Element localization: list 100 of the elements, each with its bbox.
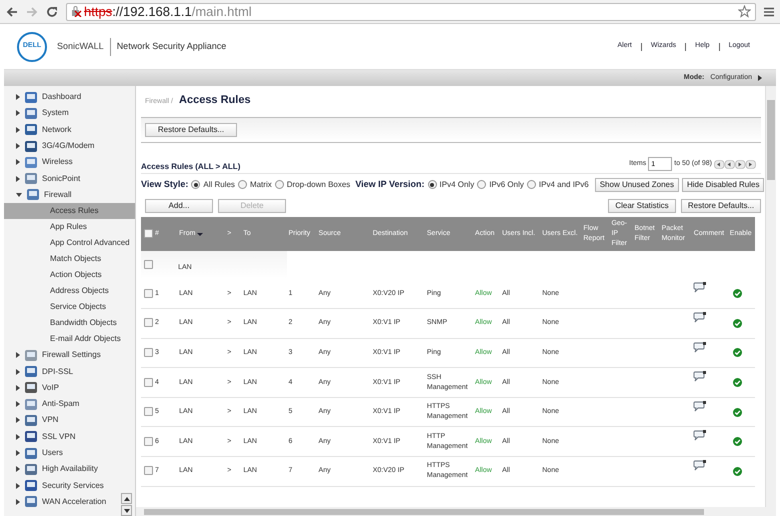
sidebar-subitem[interactable]: E-mail Addr Objects	[4, 331, 135, 348]
sidebar-item[interactable]: Wireless	[4, 154, 135, 170]
comment-icon[interactable]	[692, 400, 706, 412]
check-circle-icon[interactable]	[732, 289, 742, 298]
sidebar-item[interactable]: Security Services	[4, 477, 135, 494]
comment-icon[interactable]	[692, 371, 706, 382]
sidebar-item[interactable]: System	[4, 105, 135, 122]
checkbox[interactable]	[144, 348, 153, 357]
sidebar-subitem[interactable]: Match Objects	[4, 251, 135, 268]
caret-right-icon[interactable]	[16, 126, 20, 133]
action-button[interactable]: Show Unused Zones	[594, 178, 679, 192]
checkbox[interactable]	[144, 407, 153, 416]
check-circle-icon[interactable]	[732, 437, 742, 446]
menu-item-icon	[24, 90, 38, 104]
checkbox[interactable]	[144, 378, 153, 387]
sidebar-item[interactable]: Firewall	[4, 186, 135, 204]
menu-item-icon	[24, 348, 38, 362]
action-button[interactable]: Add...	[145, 199, 213, 213]
caret-right-icon[interactable]	[16, 466, 20, 472]
reload-icon[interactable]	[46, 6, 58, 18]
caret-right-icon[interactable]	[16, 417, 20, 424]
sidebar-subitem[interactable]: App Rules	[4, 219, 135, 236]
check-circle-icon[interactable]	[732, 408, 742, 417]
caret-right-icon[interactable]	[16, 482, 20, 489]
check-circle-icon[interactable]	[732, 466, 742, 476]
comment-icon[interactable]	[692, 460, 706, 472]
sidebar-item[interactable]: SSL VPN	[4, 428, 135, 445]
menu-icon[interactable]	[764, 6, 774, 16]
caret-right-icon[interactable]	[16, 159, 20, 166]
sidebar-item[interactable]: Users	[4, 444, 135, 462]
sidebar-item[interactable]: 3G/4G/Modem	[4, 138, 135, 154]
sidebar-item[interactable]: High Availability	[4, 461, 135, 478]
action-button[interactable]: Clear Statistics	[608, 199, 676, 213]
caret-right-icon[interactable]	[16, 110, 20, 116]
sidebar-item[interactable]: Anti-Spam	[4, 396, 135, 412]
radio-button[interactable]	[428, 180, 437, 189]
sidebar-subitem[interactable]: App Control Advanced	[4, 235, 135, 252]
brand-name: SonicWALL	[57, 40, 104, 53]
checkbox[interactable]	[144, 466, 153, 476]
caret-right-icon[interactable]	[16, 352, 20, 358]
checkbox[interactable]	[144, 260, 153, 269]
comment-icon[interactable]	[692, 430, 706, 442]
sidebar-subitem[interactable]: Bandwidth Objects	[4, 315, 135, 332]
caret-right-icon[interactable]	[16, 384, 20, 391]
sidebar-item[interactable]: Firewall Settings	[4, 347, 135, 364]
sidebar-item[interactable]: WAN Acceleration	[4, 494, 135, 510]
radio-button[interactable]	[477, 180, 486, 189]
caret-right-icon[interactable]	[16, 434, 20, 440]
checkbox[interactable]	[144, 318, 153, 328]
radio-button[interactable]	[238, 180, 247, 189]
sidebar-item[interactable]: SonicPoint	[4, 170, 135, 187]
sidebar-item[interactable]: VPN	[4, 412, 135, 429]
sidebar-item[interactable]: Dashboard	[4, 89, 135, 106]
radio-label: IPv6 Only	[489, 178, 524, 190]
sidebar-subitem[interactable]: Address Objects	[4, 283, 135, 300]
caret-down-icon[interactable]	[16, 192, 22, 197]
page-title: Access Rules	[179, 93, 251, 108]
menu-item-icon	[26, 188, 40, 202]
check-circle-icon[interactable]	[732, 348, 742, 358]
caret-right-icon[interactable]	[16, 368, 20, 375]
caret-right-icon[interactable]	[16, 94, 20, 100]
caret-right-icon[interactable]	[16, 450, 20, 456]
scroll-up-button[interactable]	[121, 493, 132, 504]
radio-button[interactable]	[191, 180, 200, 189]
comment-icon[interactable]	[692, 312, 706, 324]
section-title: Access Rules (ALL > ALL)	[141, 161, 240, 173]
back-arrow-icon[interactable]	[6, 6, 18, 18]
menu-item-icon	[24, 495, 38, 508]
menu-item-icon	[24, 365, 38, 378]
sidebar-item[interactable]: Network	[4, 122, 135, 138]
caret-right-icon[interactable]	[16, 143, 20, 150]
product-name: Network Security Appliance	[116, 40, 226, 53]
sidebar-item[interactable]: DPI-SSL	[4, 363, 135, 380]
checkbox[interactable]	[144, 288, 153, 298]
sidebar-subitem[interactable]: Access Rules	[4, 203, 135, 220]
radio-label: All Rules	[203, 178, 235, 190]
checkbox[interactable]	[144, 229, 153, 238]
scroll-down-button[interactable]	[121, 505, 132, 516]
caret-right-icon[interactable]	[16, 498, 20, 505]
radio-button[interactable]	[274, 180, 284, 189]
comment-icon[interactable]	[692, 282, 706, 293]
action-button[interactable]: Restore Defaults...	[681, 199, 761, 213]
pager-buttons-drawing[interactable]	[714, 160, 756, 168]
horizontal-scrollbar[interactable]	[136, 507, 776, 516]
sidebar-subitem[interactable]: Service Objects	[4, 299, 135, 316]
action-button[interactable]: Restore Defaults...	[145, 123, 237, 137]
address-bar[interactable]: https://192.168.1.1/main.html	[66, 2, 756, 20]
sidebar-subitem[interactable]: Action Objects	[4, 267, 135, 284]
sidebar-item[interactable]: VoIP	[4, 380, 135, 396]
check-circle-icon[interactable]	[732, 318, 742, 328]
star-icon[interactable]	[738, 5, 751, 18]
vertical-scrollbar[interactable]	[765, 86, 776, 507]
action-button[interactable]: Hide Disabled Rules	[682, 178, 764, 192]
check-circle-icon[interactable]	[732, 378, 742, 388]
caret-right-icon[interactable]	[16, 176, 20, 182]
checkbox[interactable]	[144, 436, 153, 446]
caret-right-icon[interactable]	[16, 401, 20, 408]
radio-button[interactable]	[526, 180, 536, 189]
triangle-right-icon	[758, 75, 762, 81]
comment-icon[interactable]	[692, 342, 706, 353]
